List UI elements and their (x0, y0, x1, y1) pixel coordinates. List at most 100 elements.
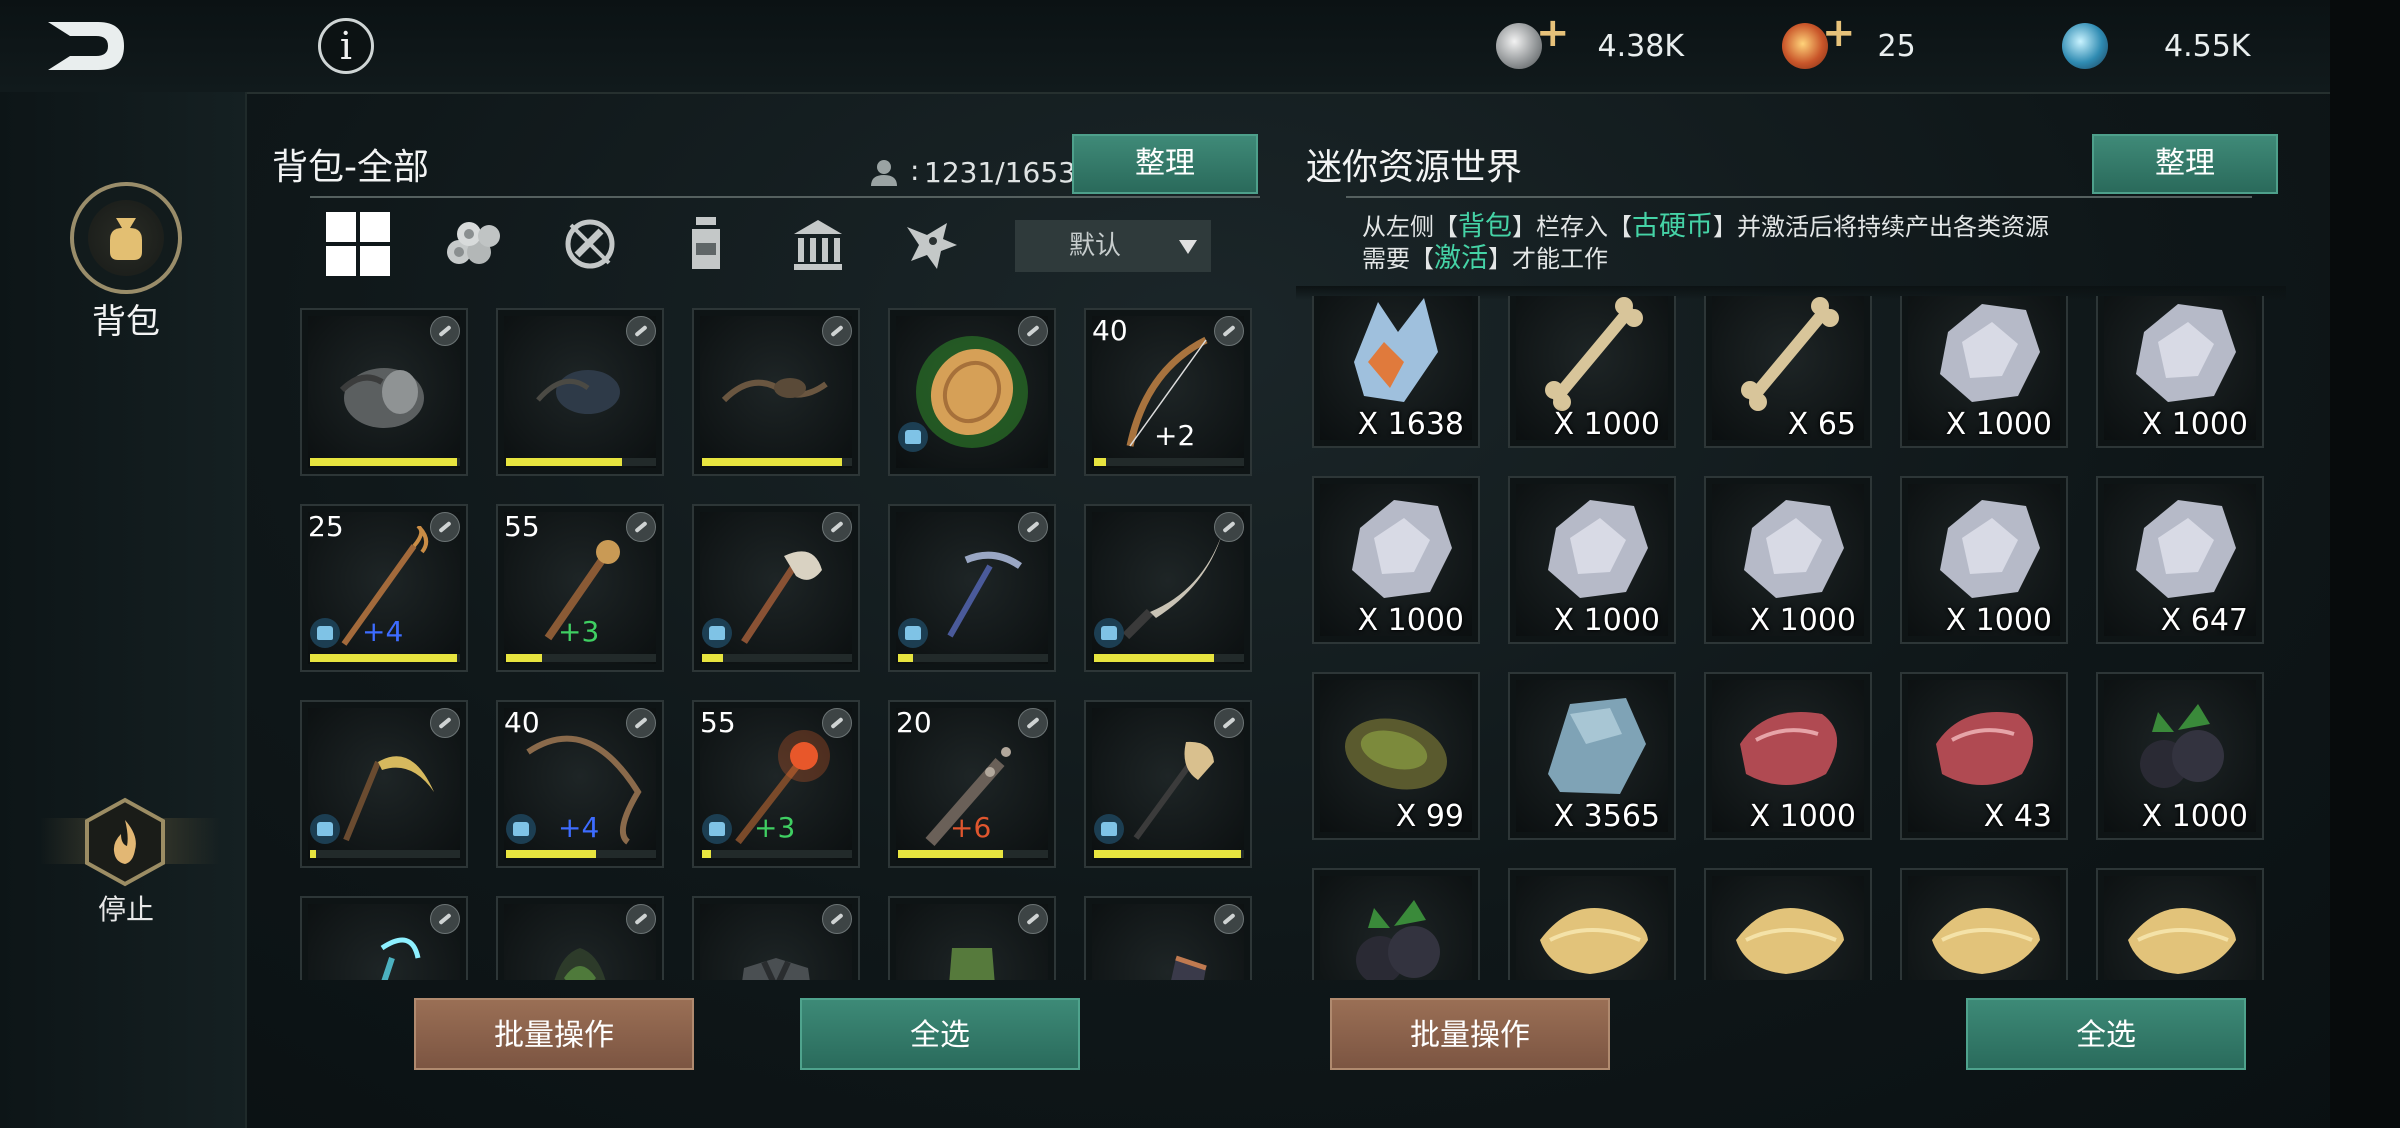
chevron-down-icon (1179, 240, 1197, 254)
resource-slot[interactable] (2096, 868, 2264, 980)
backpack-grid[interactable]: 40 +2 25 +4 55 +3 40 +4 55 +3 20 +6 (300, 308, 1260, 980)
back-icon[interactable] (40, 16, 130, 76)
resource-slot[interactable]: X 1000 (2096, 296, 2264, 448)
inventory-slot[interactable] (300, 308, 468, 476)
sling-armor-icon (714, 330, 838, 454)
link-icon[interactable] (1018, 316, 1048, 346)
resource-slot[interactable]: X 1000 (2096, 672, 2264, 840)
shirt-badge-icon (310, 618, 340, 648)
resource-slot[interactable] (1900, 868, 2068, 980)
resource-slot[interactable]: X 1000 (1312, 476, 1480, 644)
resource-sort-button[interactable]: 整理 (2092, 134, 2278, 194)
inventory-slot[interactable] (692, 308, 860, 476)
stop-label[interactable]: 停止 (46, 888, 206, 928)
creature-icon[interactable] (898, 210, 966, 278)
resource-slot[interactable]: X 1000 (1704, 476, 1872, 644)
resource-slot[interactable]: X 3565 (1508, 672, 1676, 840)
link-icon[interactable] (626, 904, 656, 934)
link-icon[interactable] (430, 316, 460, 346)
fiber-icon (1530, 880, 1654, 980)
resource-slot[interactable]: X 1000 (1508, 476, 1676, 644)
resource-slot[interactable] (1508, 868, 1676, 980)
durability-bar (898, 654, 1048, 662)
sort-dropdown[interactable]: 默认 (1015, 220, 1211, 272)
inventory-slot[interactable] (1084, 504, 1252, 672)
resource-quantity: X 1000 (2141, 799, 2248, 834)
resource-slot[interactable]: X 1000 (1508, 296, 1676, 448)
fire-stop-icon[interactable] (83, 796, 167, 888)
backpack-batch-button[interactable]: 批量操作 (414, 998, 694, 1070)
resource-batch-button[interactable]: 批量操作 (1330, 998, 1610, 1070)
backpack-sort-button[interactable]: 整理 (1072, 134, 1258, 194)
resource-quantity: X 43 (1983, 799, 2052, 834)
resource-slot[interactable] (1704, 868, 1872, 980)
link-icon[interactable] (1018, 904, 1048, 934)
plus-icon[interactable]: + (1822, 10, 1856, 56)
link-icon[interactable] (430, 708, 460, 738)
inventory-slot[interactable]: 55 +3 (692, 700, 860, 868)
inventory-slot[interactable]: 20 +6 (888, 700, 1056, 868)
inventory-slot[interactable]: 40 +4 (496, 700, 664, 868)
inventory-slot[interactable] (496, 896, 664, 980)
resource-slot[interactable]: X 43 (1900, 672, 2068, 840)
building-icon[interactable] (784, 210, 852, 278)
plus-icon[interactable]: + (1536, 10, 1570, 56)
inventory-slot[interactable] (692, 896, 860, 980)
inventory-slot[interactable] (496, 308, 664, 476)
inventory-slot[interactable] (1084, 896, 1252, 980)
inventory-slot[interactable] (888, 308, 1056, 476)
link-icon[interactable] (1214, 904, 1244, 934)
grid-all-icon[interactable] (324, 210, 392, 278)
link-icon[interactable] (1214, 708, 1244, 738)
resource-slot[interactable]: X 1638 (1312, 296, 1480, 448)
currency-gold[interactable]: + 25 (1782, 10, 1916, 74)
resource-slot[interactable]: X 1000 (1900, 296, 2068, 448)
durability-bar (310, 458, 460, 466)
shirt-badge-icon (898, 618, 928, 648)
link-icon[interactable] (1214, 316, 1244, 346)
durability-bar (1094, 458, 1244, 466)
link-icon[interactable] (430, 512, 460, 542)
link-icon[interactable] (822, 512, 852, 542)
inventory-slot[interactable] (888, 896, 1056, 980)
silver-value: 4.38K (1597, 28, 1684, 64)
link-icon[interactable] (626, 708, 656, 738)
item-bonus: +3 (754, 811, 796, 844)
link-icon[interactable] (822, 708, 852, 738)
inventory-slot[interactable]: 25 +4 (300, 504, 468, 672)
link-icon[interactable] (1018, 708, 1048, 738)
link-icon[interactable] (1018, 512, 1048, 542)
link-icon[interactable] (822, 316, 852, 346)
inventory-slot[interactable] (1084, 700, 1252, 868)
link-icon[interactable] (822, 904, 852, 934)
backpack-select-all-button[interactable]: 全选 (800, 998, 1080, 1070)
info-icon[interactable]: i (318, 18, 374, 74)
inventory-slot[interactable]: 55 +3 (496, 504, 664, 672)
inventory-slot[interactable] (300, 700, 468, 868)
resource-select-all-button[interactable]: 全选 (1966, 998, 2246, 1070)
bag-icon (88, 200, 164, 276)
resource-quantity: X 1000 (1749, 799, 1856, 834)
link-icon[interactable] (626, 512, 656, 542)
resource-grid[interactable]: X 1638 X 1000 X 65 X 1000 X 1000 X 1000 X 1000… (1312, 296, 2272, 980)
resource-slot[interactable]: X 1000 (1704, 672, 1872, 840)
inventory-slot[interactable]: 40 +2 (1084, 308, 1252, 476)
resource-slot[interactable]: X 99 (1312, 672, 1480, 840)
potion-icon[interactable] (672, 210, 740, 278)
bag-button[interactable] (70, 182, 182, 294)
link-icon[interactable] (626, 316, 656, 346)
inventory-slot[interactable] (300, 896, 468, 980)
resource-slot[interactable] (1312, 868, 1480, 980)
resource-slot[interactable]: X 1000 (1900, 476, 2068, 644)
resource-slot[interactable]: X 65 (1704, 296, 1872, 448)
resource-slot[interactable]: X 647 (2096, 476, 2264, 644)
logs-icon[interactable] (440, 210, 508, 278)
inventory-slot[interactable] (888, 504, 1056, 672)
link-icon[interactable] (430, 904, 460, 934)
currency-gem[interactable]: 4.55K (2062, 18, 2250, 74)
no-weapon-icon[interactable] (556, 210, 624, 278)
inventory-slot[interactable] (692, 504, 860, 672)
link-icon[interactable] (1214, 512, 1244, 542)
currency-silver[interactable]: + 4.38K (1496, 10, 1684, 74)
bag-label[interactable]: 背包 (46, 294, 206, 343)
